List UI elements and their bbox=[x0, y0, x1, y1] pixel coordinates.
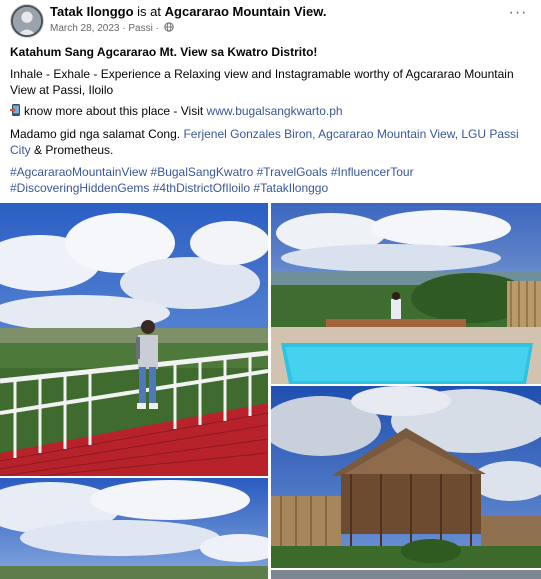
visit-link[interactable]: www.bugalsangkwarto.ph bbox=[207, 104, 343, 118]
author-name[interactable]: Tatak Ilonggo bbox=[50, 4, 134, 19]
checkin-place[interactable]: Agcararao Mountain View. bbox=[165, 4, 327, 19]
hashtag-line[interactable]: #DiscoveringHiddenGems #4thDistrictOfIlo… bbox=[10, 180, 532, 196]
post-visit-line: know more about this place - Visit www.b… bbox=[10, 103, 532, 119]
photo-deck-woman[interactable] bbox=[0, 203, 268, 476]
visit-text: know more about this place - Visit bbox=[24, 104, 207, 118]
photo-sky-landscape[interactable] bbox=[0, 478, 268, 579]
post-header-line: Tatak Ilonggo is at Agcararao Mountain V… bbox=[50, 4, 326, 20]
hashtags: #AgcararaoMountainView #BugalSangKwatro … bbox=[10, 164, 532, 196]
globe-icon bbox=[164, 22, 174, 32]
thanks-suffix: & Prometheus. bbox=[30, 143, 114, 157]
photo-pool-view[interactable] bbox=[271, 203, 541, 384]
more-options-icon[interactable]: ··· bbox=[507, 5, 529, 26]
phone-icon bbox=[10, 104, 20, 116]
post-title: Katahum Sang Agcararao Mt. View sa Kwatr… bbox=[10, 45, 318, 59]
facebook-post: Tatak Ilonggo is at Agcararao Mountain V… bbox=[0, 0, 541, 579]
hashtag-line[interactable]: #AgcararaoMountainView #BugalSangKwatro … bbox=[10, 164, 532, 180]
thanks-text: Madamo gid nga salamat Cong. bbox=[10, 127, 184, 141]
avatar[interactable] bbox=[10, 4, 44, 38]
photo-next[interactable] bbox=[271, 570, 541, 579]
post-paragraph: Inhale - Exhale - Experience a Relaxing … bbox=[10, 67, 514, 97]
post-date[interactable]: March 28, 2023 bbox=[50, 23, 120, 34]
post-meta: March 28, 2023 · Passi · bbox=[50, 22, 174, 35]
photo-nipa-hut[interactable] bbox=[271, 386, 541, 568]
post-thanks-line: Madamo gid nga salamat Cong. Ferjenel Go… bbox=[10, 126, 532, 158]
post-location[interactable]: Passi bbox=[128, 23, 152, 34]
checkin-connector: is at bbox=[137, 4, 162, 19]
